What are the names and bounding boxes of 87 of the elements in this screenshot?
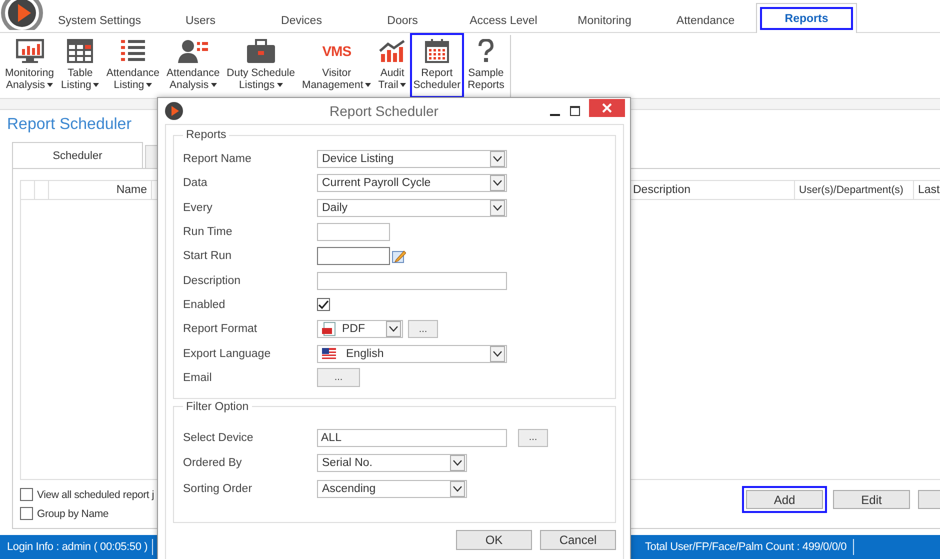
field-label: Description <box>183 274 242 287</box>
chevron-icon <box>389 326 398 332</box>
field-label: Sorting Order <box>183 482 254 495</box>
page-title: Report Scheduler <box>7 116 133 134</box>
input-field[interactable] <box>317 272 507 290</box>
chart-icon <box>379 40 406 62</box>
field-label: Ordered By <box>183 457 243 470</box>
ribbon-button[interactable]: Monitoring Analysis <box>2 33 58 98</box>
close-button[interactable] <box>589 99 625 117</box>
ribbon-tab[interactable]: Attendance <box>655 8 756 32</box>
monitor-chart-icon <box>16 39 44 63</box>
column-header[interactable]: Last <box>914 181 940 199</box>
chevron-icon <box>493 204 502 211</box>
ribbon-button[interactable]: VMS Visitor Management <box>298 33 374 98</box>
dropdown[interactable]: PDF <box>317 320 403 338</box>
dialog-button[interactable]: OK <box>456 530 532 550</box>
browse-button[interactable]: ... <box>518 428 548 447</box>
list-icon <box>120 40 145 62</box>
field-label: Every <box>183 202 214 214</box>
ribbon-tab[interactable]: Monitoring <box>554 8 655 32</box>
ribbon-tab[interactable]: System Settings <box>49 8 150 32</box>
field-label: Enabled <box>183 298 226 311</box>
chevron-icon <box>493 180 502 186</box>
field-label: Start Run <box>183 250 233 262</box>
field-label: Select Device <box>183 432 254 444</box>
email-button[interactable]: ... <box>317 368 360 388</box>
action-button[interactable]: Edit <box>833 490 910 509</box>
checkbox-label: Group by Name <box>37 508 109 520</box>
dialog-title: Report Scheduler <box>328 103 440 119</box>
chevron-icon <box>493 350 502 357</box>
chevron-icon <box>453 460 462 466</box>
table-icon <box>67 39 94 63</box>
ribbon-button[interactable]: Attendance Analysis <box>164 33 223 98</box>
dropdown[interactable]: English <box>317 344 507 363</box>
group-title: Filter Option <box>185 400 250 413</box>
dropdown[interactable]: Serial No. <box>317 454 467 472</box>
field-label: Report Name <box>183 153 252 166</box>
page-tab[interactable]: Scheduler <box>12 142 143 168</box>
app-logo[interactable] <box>0 0 44 30</box>
ribbon-tab[interactable]: Reports <box>756 3 857 33</box>
ribbon-tab[interactable]: Devices <box>251 8 352 32</box>
ribbon-button[interactable]: Attendance Listing <box>103 33 163 98</box>
checkbox[interactable] <box>20 488 33 501</box>
maximize-icon <box>570 106 580 116</box>
dropdown[interactable]: Daily <box>317 198 507 217</box>
input-field[interactable]: ALL <box>317 428 507 447</box>
status-text: Total User/FP/Face/Palm Count : 499/0/0/0 <box>644 541 848 553</box>
app-logo <box>165 102 183 120</box>
input-field[interactable] <box>317 223 390 242</box>
vms-logo: VMS <box>322 45 352 57</box>
status-text: Login Info : admin ( 00:05:50 ) <box>6 541 149 553</box>
chevron-icon <box>453 486 462 492</box>
column-header[interactable]: Name <box>49 181 152 199</box>
dropdown[interactable]: Device Listing <box>317 150 507 168</box>
minimize-icon <box>550 114 560 116</box>
question-icon <box>478 39 494 63</box>
field-label: Email <box>183 372 213 384</box>
pdf-file-icon <box>322 322 336 336</box>
close-icon <box>602 103 612 113</box>
checkbox[interactable] <box>317 298 330 312</box>
chevron-icon <box>493 156 502 162</box>
field-label: Report Format <box>183 323 258 336</box>
edit-calendar-icon[interactable] <box>392 249 406 264</box>
flag-icon <box>322 348 336 360</box>
column-header[interactable]: User(s)/Department(s) <box>795 181 914 199</box>
ribbon-button[interactable]: Duty Schedule Listings <box>224 33 298 98</box>
briefcase-icon <box>246 39 275 63</box>
dropdown[interactable]: Current Payroll Cycle <box>317 174 507 192</box>
ribbon-button[interactable]: Audit Trail <box>375 33 410 98</box>
person-list-icon <box>178 39 208 63</box>
ribbon-button[interactable]: Table Listing <box>58 33 102 98</box>
ribbon-tab[interactable]: Access Level <box>453 8 554 32</box>
calendar-icon <box>424 39 449 63</box>
group-title: Reports <box>185 129 228 141</box>
field-label: Data <box>183 177 208 190</box>
ribbon-tab[interactable]: Users <box>150 8 251 32</box>
field-label: Run Time <box>183 226 234 238</box>
checkbox-label: View all scheduled report j <box>37 488 154 500</box>
ribbon-tab[interactable]: Doors <box>352 8 453 32</box>
field-label: Export Language <box>183 348 272 360</box>
browse-button[interactable]: ... <box>408 320 438 338</box>
input-field[interactable] <box>317 247 390 266</box>
dropdown[interactable]: Ascending <box>317 480 467 498</box>
action-button[interactable]: Add <box>746 490 823 509</box>
dialog-button[interactable]: Cancel <box>540 530 616 550</box>
checkbox[interactable] <box>20 507 33 520</box>
ribbon-button[interactable]: Sample Reports <box>464 33 508 98</box>
